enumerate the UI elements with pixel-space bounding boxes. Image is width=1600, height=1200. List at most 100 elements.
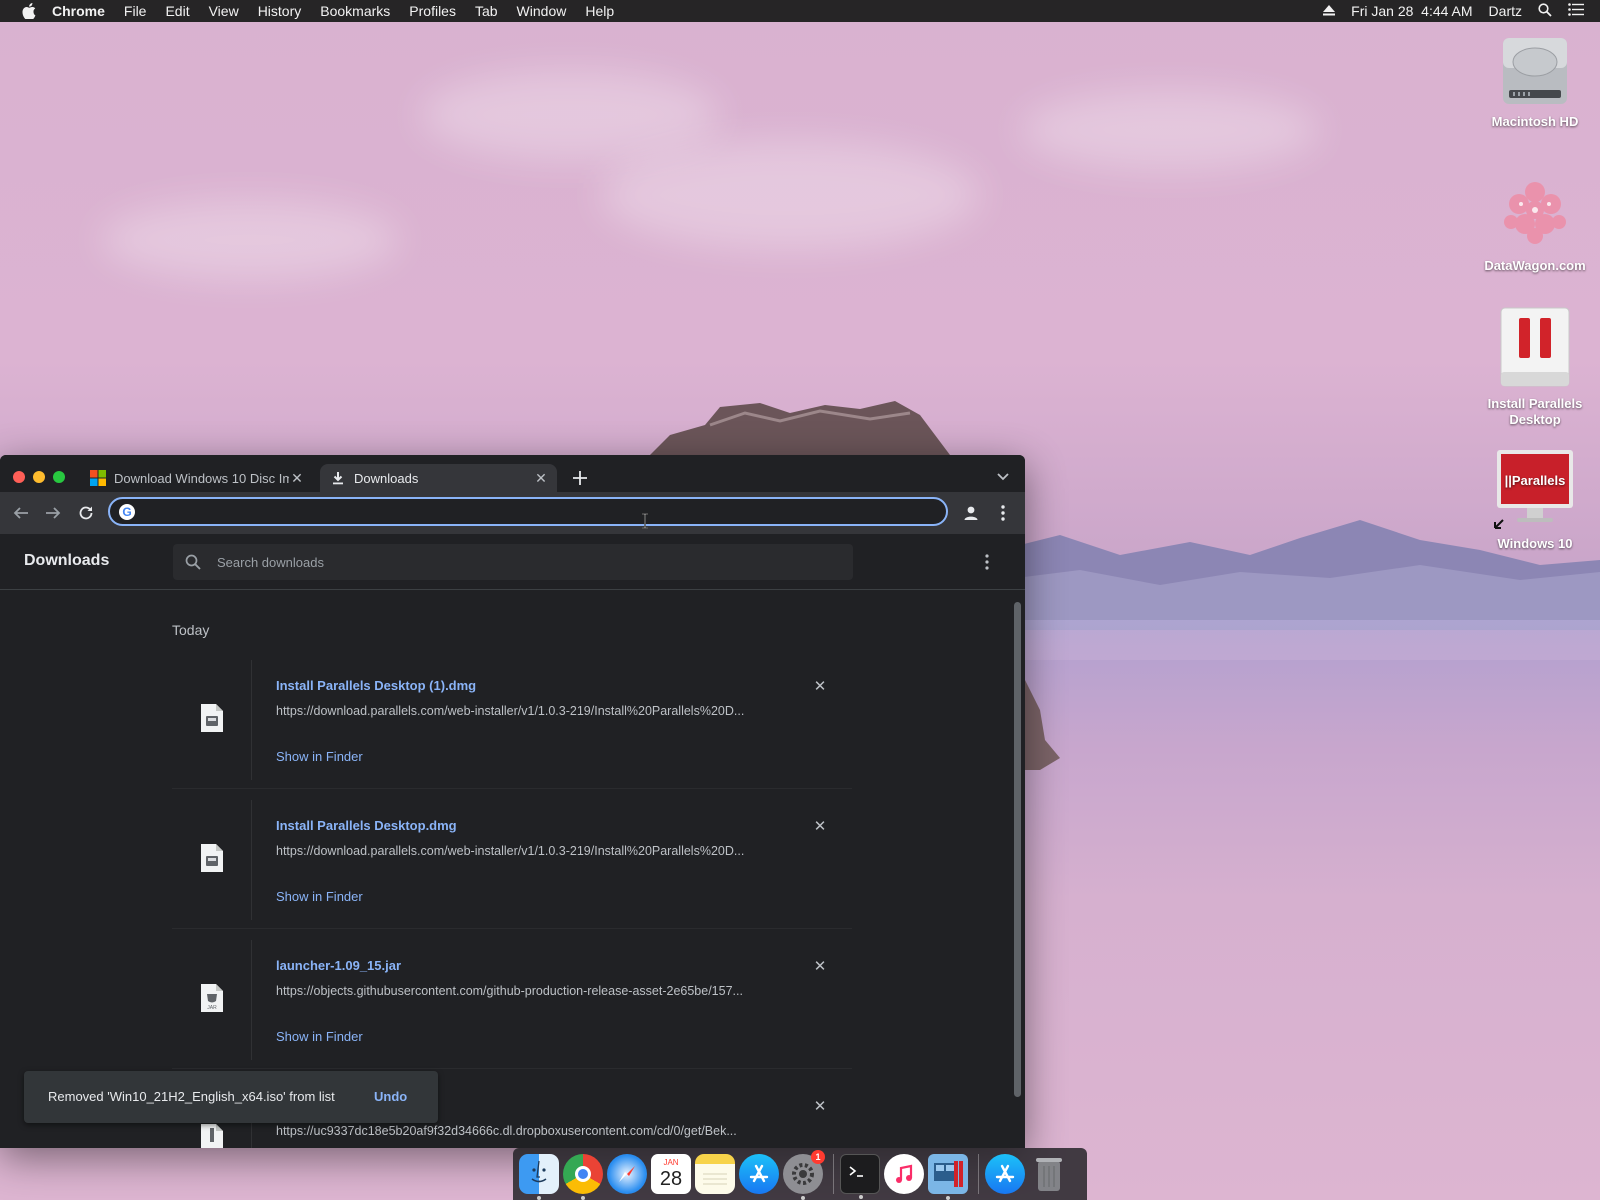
- address-bar[interactable]: G: [108, 497, 948, 526]
- download-icon: [330, 470, 346, 486]
- dock: JAN 28 1: [513, 1148, 1087, 1200]
- address-input[interactable]: [144, 502, 934, 522]
- close-window-button[interactable]: [13, 471, 25, 483]
- menu-file[interactable]: File: [124, 3, 147, 19]
- kebab-menu-icon[interactable]: [979, 554, 995, 570]
- google-g-icon: G: [119, 504, 135, 520]
- remove-download-close-icon[interactable]: ✕: [812, 1098, 828, 1115]
- divider: [172, 928, 852, 929]
- svg-text:||Parallels: ||Parallels: [1505, 473, 1566, 488]
- download-source-url[interactable]: https://download.parallels.com/web-insta…: [276, 844, 776, 858]
- downloads-list: Today Install Parallels Desktop (1).dmg …: [0, 590, 1010, 1148]
- search-downloads-input[interactable]: [217, 553, 817, 571]
- app-store-icon[interactable]: [739, 1154, 779, 1194]
- running-indicator: [801, 1196, 805, 1200]
- show-in-finder-link[interactable]: Show in Finder: [276, 749, 363, 764]
- remove-download-close-icon[interactable]: ✕: [812, 958, 828, 975]
- spotlight-search-icon[interactable]: [1538, 2, 1552, 20]
- terminal-icon[interactable]: [840, 1154, 880, 1199]
- remove-download-close-icon[interactable]: ✕: [812, 678, 828, 695]
- running-indicator: [859, 1195, 863, 1199]
- removed-toast: Removed 'Win10_21H2_English_x64.iso' fro…: [24, 1071, 438, 1123]
- undo-button[interactable]: Undo: [374, 1089, 407, 1104]
- remove-download-close-icon[interactable]: ✕: [812, 818, 828, 835]
- file-icon-cell: [172, 660, 252, 780]
- desktop-icon-label: Windows 10: [1497, 536, 1573, 551]
- desktop-icon-macintosh-hd[interactable]: Macintosh HD: [1470, 32, 1600, 129]
- desktop-icon-windows-10[interactable]: ||Parallels Windows 10: [1470, 450, 1600, 551]
- page-title: Downloads: [24, 552, 110, 569]
- tab-strip: Download Windows 10 Disc Im ✕ Downloads …: [0, 455, 1025, 492]
- download-filename-link[interactable]: Install Parallels Desktop (1).dmg: [276, 678, 476, 693]
- browser-toolbar: G: [0, 492, 1025, 534]
- parallels-installer-icon: [1497, 306, 1573, 390]
- wallpaper-cloud: [1020, 90, 1320, 170]
- parallels-desktop-icon[interactable]: [928, 1154, 968, 1200]
- notification-center-icon[interactable]: [1568, 3, 1584, 19]
- new-tab-button[interactable]: [570, 468, 590, 488]
- calendar-month: JAN: [663, 1158, 679, 1167]
- dmg-file-icon: [200, 703, 223, 737]
- tab-close-icon[interactable]: ✕: [533, 470, 549, 486]
- reload-icon[interactable]: [75, 502, 97, 524]
- menu-tab[interactable]: Tab: [475, 3, 498, 19]
- desktop-icon-datawagon[interactable]: DataWagon.com: [1470, 172, 1600, 273]
- user-menu[interactable]: Dartz: [1489, 3, 1522, 19]
- search-downloads-box[interactable]: [173, 544, 853, 580]
- wallpaper-rock: [650, 401, 950, 455]
- wallpaper-cloud: [100, 200, 400, 280]
- microsoft-logo-icon: [90, 470, 106, 486]
- download-filename-link[interactable]: launcher-1.09_15.jar: [276, 958, 401, 973]
- notes-icon[interactable]: [695, 1154, 735, 1194]
- tab-downloads[interactable]: Downloads ✕: [320, 464, 557, 492]
- menu-edit[interactable]: Edit: [165, 3, 189, 19]
- desktop-icon-install-parallels[interactable]: Install Parallels Desktop: [1470, 306, 1600, 428]
- download-item: JAR launcher-1.09_15.jar https://objects…: [172, 940, 852, 1060]
- divider: [172, 1068, 852, 1069]
- downloads-header: Downloads: [0, 534, 1025, 590]
- menu-bar: Chrome File Edit View History Bookmarks …: [0, 0, 1600, 22]
- menu-help[interactable]: Help: [585, 3, 614, 19]
- tab-download-windows-10[interactable]: Download Windows 10 Disc Im ✕: [86, 464, 313, 492]
- safari-icon[interactable]: [607, 1154, 647, 1194]
- app-store-downloads-icon[interactable]: [985, 1154, 1025, 1194]
- download-filename-link[interactable]: Install Parallels Desktop.dmg: [276, 818, 457, 833]
- trash-icon[interactable]: [1029, 1154, 1069, 1194]
- download-source-url[interactable]: https://uc9337dc18e5b20af9f32d34666c.dl.…: [276, 1124, 776, 1138]
- kebab-menu-icon[interactable]: [992, 502, 1014, 524]
- profile-icon[interactable]: [960, 502, 982, 524]
- desktop-icon-label: DataWagon.com: [1484, 258, 1586, 273]
- zoom-window-button[interactable]: [53, 471, 65, 483]
- eject-icon[interactable]: [1323, 3, 1336, 19]
- apple-menu-icon[interactable]: [20, 0, 38, 22]
- menu-history[interactable]: History: [258, 3, 302, 19]
- system-preferences-icon[interactable]: 1: [783, 1150, 825, 1200]
- finder-icon[interactable]: [519, 1154, 559, 1200]
- menu-window[interactable]: Window: [517, 3, 567, 19]
- menu-profiles[interactable]: Profiles: [409, 3, 456, 19]
- minimize-window-button[interactable]: [33, 471, 45, 483]
- menu-view[interactable]: View: [209, 3, 239, 19]
- forward-arrow-icon[interactable]: [42, 502, 64, 524]
- show-in-finder-link[interactable]: Show in Finder: [276, 889, 363, 904]
- clock[interactable]: Fri Jan 28 4:44 AM: [1351, 3, 1472, 19]
- menu-bookmarks[interactable]: Bookmarks: [320, 3, 390, 19]
- calendar-icon[interactable]: JAN 28: [651, 1154, 691, 1194]
- chrome-center: [575, 1166, 591, 1182]
- chrome-icon[interactable]: [563, 1154, 603, 1200]
- scrollbar-thumb[interactable]: [1014, 602, 1021, 1097]
- download-source-url[interactable]: https://objects.githubusercontent.com/gi…: [276, 984, 776, 998]
- download-item: Install Parallels Desktop.dmg https://do…: [172, 800, 852, 920]
- back-arrow-icon[interactable]: [10, 502, 32, 524]
- menu-app-name[interactable]: Chrome: [52, 3, 105, 19]
- chevron-down-icon[interactable]: [995, 469, 1011, 485]
- running-indicator: [946, 1196, 950, 1200]
- itunes-icon[interactable]: [884, 1154, 924, 1194]
- date-section-label: Today: [172, 622, 210, 638]
- search-icon: [185, 554, 201, 570]
- show-in-finder-link[interactable]: Show in Finder: [276, 1029, 363, 1044]
- wallpaper-horizon: [1000, 620, 1600, 660]
- tab-title: Download Windows 10 Disc Im: [114, 470, 289, 486]
- download-source-url[interactable]: https://download.parallels.com/web-insta…: [276, 704, 776, 718]
- tab-close-icon[interactable]: ✕: [289, 470, 305, 486]
